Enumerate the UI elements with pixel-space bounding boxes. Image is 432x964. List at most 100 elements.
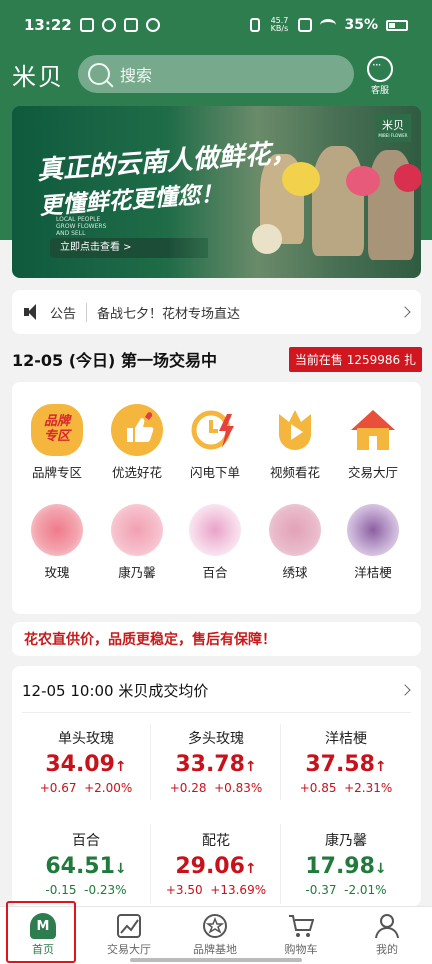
category-grid: 品牌 专区 品牌专区 优选好花 闪电下单 视频看花 交易大厅 玫瑰 康乃馨 百合… xyxy=(12,382,421,614)
price-item[interactable]: 配花 29.06↑ +3.50 +13.69% xyxy=(152,830,280,897)
video-flower-icon xyxy=(269,404,321,456)
divider xyxy=(22,712,411,713)
banner-flower-photo xyxy=(252,224,282,254)
price-item[interactable]: 百合 64.51↓ -0.15 -0.23% xyxy=(22,830,150,897)
price-change-percent: +0.83% xyxy=(214,781,263,795)
tab-label: 购物车 xyxy=(284,943,318,956)
tab-label: 交易大厅 xyxy=(107,943,151,956)
category-label: 优选好花 xyxy=(111,465,162,480)
price-panel[interactable]: 12-05 10:00 米贝成交均价 单头玫瑰 34.09↑ +0.67 +2.… xyxy=(12,666,421,906)
price-change: +0.67 xyxy=(39,781,77,795)
speaker-icon xyxy=(24,303,42,321)
price-item[interactable]: 单头玫瑰 34.09↑ +0.67 +2.00% xyxy=(22,728,150,795)
arrow-up-icon: ↑ xyxy=(114,759,127,775)
price-value: 34.09 xyxy=(45,752,115,777)
arrow-up-icon: ↑ xyxy=(244,861,257,877)
tab-trading-hall[interactable]: 交易大厅 xyxy=(86,907,172,964)
price-change-percent: +13.69% xyxy=(210,883,267,897)
house-icon xyxy=(347,404,399,456)
tab-brand-base[interactable]: 品牌基地 xyxy=(172,907,258,964)
divider xyxy=(280,824,281,904)
price-value: 37.58 xyxy=(305,752,375,777)
category-rose[interactable]: 玫瑰 xyxy=(22,504,92,581)
price-change-percent: -0.23% xyxy=(84,883,127,897)
banner-brand-subtext: MIBEI FLOWER xyxy=(378,133,408,138)
price-item-name: 洋桔梗 xyxy=(325,731,367,747)
category-label: 交易大厅 xyxy=(347,465,398,480)
arrow-down-icon: ↓ xyxy=(114,861,127,877)
arrow-up-icon: ↑ xyxy=(244,759,257,775)
status-bar: 13:22 45.7 KB/s 35% xyxy=(0,0,432,50)
price-change-percent: +2.31% xyxy=(344,781,393,795)
top-header: 米贝 搜索 客服 xyxy=(0,52,432,96)
lily-icon xyxy=(189,504,241,556)
status-time: 13:22 xyxy=(24,16,72,34)
on-sale-badge: 当前在售 1259986 扎 xyxy=(288,346,422,372)
headset-chat-icon xyxy=(367,56,393,82)
hydrangea-icon xyxy=(269,504,321,556)
tab-cart[interactable]: 购物车 xyxy=(258,907,344,964)
tab-profile[interactable]: 我的 xyxy=(344,907,430,964)
divider xyxy=(150,824,151,904)
price-item-name: 百合 xyxy=(72,833,100,849)
battery-percent: 35% xyxy=(344,17,378,33)
message-icon xyxy=(123,18,138,32)
banner-cta-label: 立即点击查看 > xyxy=(60,242,132,253)
no-sim-icon xyxy=(298,18,313,32)
banner-brand-name: 米贝 xyxy=(382,119,404,132)
price-item[interactable]: 洋桔梗 37.58↑ +0.85 +2.31% xyxy=(282,728,410,795)
price-change: +0.28 xyxy=(169,781,207,795)
price-item-name: 配花 xyxy=(202,833,230,849)
category-quick-order[interactable]: 闪电下单 xyxy=(180,404,250,481)
wechat-icon xyxy=(145,18,160,32)
price-item[interactable]: 康乃馨 17.98↓ -0.37 -2.01% xyxy=(282,830,410,897)
announcement-text: 备战七夕！花材专场直达 xyxy=(97,306,241,322)
profile-icon xyxy=(374,913,400,939)
thumbs-up-icon xyxy=(111,404,163,456)
price-item-name: 多头玫瑰 xyxy=(188,731,244,747)
category-label: 视频看花 xyxy=(269,465,320,480)
price-value: 33.78 xyxy=(175,752,245,777)
price-change-percent: -2.01% xyxy=(344,883,387,897)
price-change-percent: +2.00% xyxy=(84,781,133,795)
customer-service-button[interactable]: 客服 xyxy=(360,56,400,96)
price-change: +0.85 xyxy=(299,781,337,795)
price-item[interactable]: 多头玫瑰 33.78↑ +0.28 +0.83% xyxy=(152,728,280,795)
tab-label: 品牌基地 xyxy=(193,943,237,956)
price-item-name: 单头玫瑰 xyxy=(58,731,114,747)
price-value: 29.06 xyxy=(175,854,245,879)
app-screen: 13:22 45.7 KB/s 35% 米贝 搜索 客服 xyxy=(0,0,432,964)
divider xyxy=(280,724,281,800)
price-value: 17.98 xyxy=(305,854,375,879)
banner-person-photo xyxy=(312,146,364,256)
category-video-flowers[interactable]: 视频看花 xyxy=(260,404,330,481)
category-eustoma[interactable]: 洋桔梗 xyxy=(338,504,408,581)
category-label: 玫瑰 xyxy=(44,565,70,580)
category-lily[interactable]: 百合 xyxy=(180,504,250,581)
eustoma-icon xyxy=(347,504,399,556)
announcement-bar[interactable]: 公告 备战七夕！花材专场直达 xyxy=(12,290,421,334)
category-hydrangea[interactable]: 绣球 xyxy=(260,504,330,581)
chevron-right-icon xyxy=(399,684,411,696)
promo-banner[interactable]: 真正的云南人做鲜花， 更懂鲜花更懂您！ LOCAL PEOPLE GROW FL… xyxy=(12,106,421,278)
banner-flower-photo xyxy=(346,166,380,196)
vibrate-icon xyxy=(250,18,261,32)
network-speed: 45.7 KB/s xyxy=(270,16,289,33)
search-input[interactable]: 搜索 xyxy=(78,55,354,93)
price-change: -0.15 xyxy=(45,883,77,897)
arrow-down-icon: ↓ xyxy=(374,861,387,877)
banner-cta-button[interactable]: 立即点击查看 > xyxy=(50,238,208,258)
divider xyxy=(150,724,151,800)
search-icon xyxy=(88,63,110,85)
category-label: 闪电下单 xyxy=(189,465,240,480)
home-tab-highlight-box xyxy=(6,901,76,963)
announcement-tag: 公告 xyxy=(50,302,88,322)
gesture-home-indicator xyxy=(130,958,302,962)
category-selected-flowers[interactable]: 优选好花 xyxy=(102,404,172,481)
price-item-name: 康乃馨 xyxy=(325,833,367,849)
category-trading-hall[interactable]: 交易大厅 xyxy=(338,404,408,481)
trading-chart-icon xyxy=(116,913,142,939)
category-carnation[interactable]: 康乃馨 xyxy=(102,504,172,581)
wifi-icon xyxy=(320,19,337,31)
category-brand-zone[interactable]: 品牌 专区 品牌专区 xyxy=(22,404,92,481)
